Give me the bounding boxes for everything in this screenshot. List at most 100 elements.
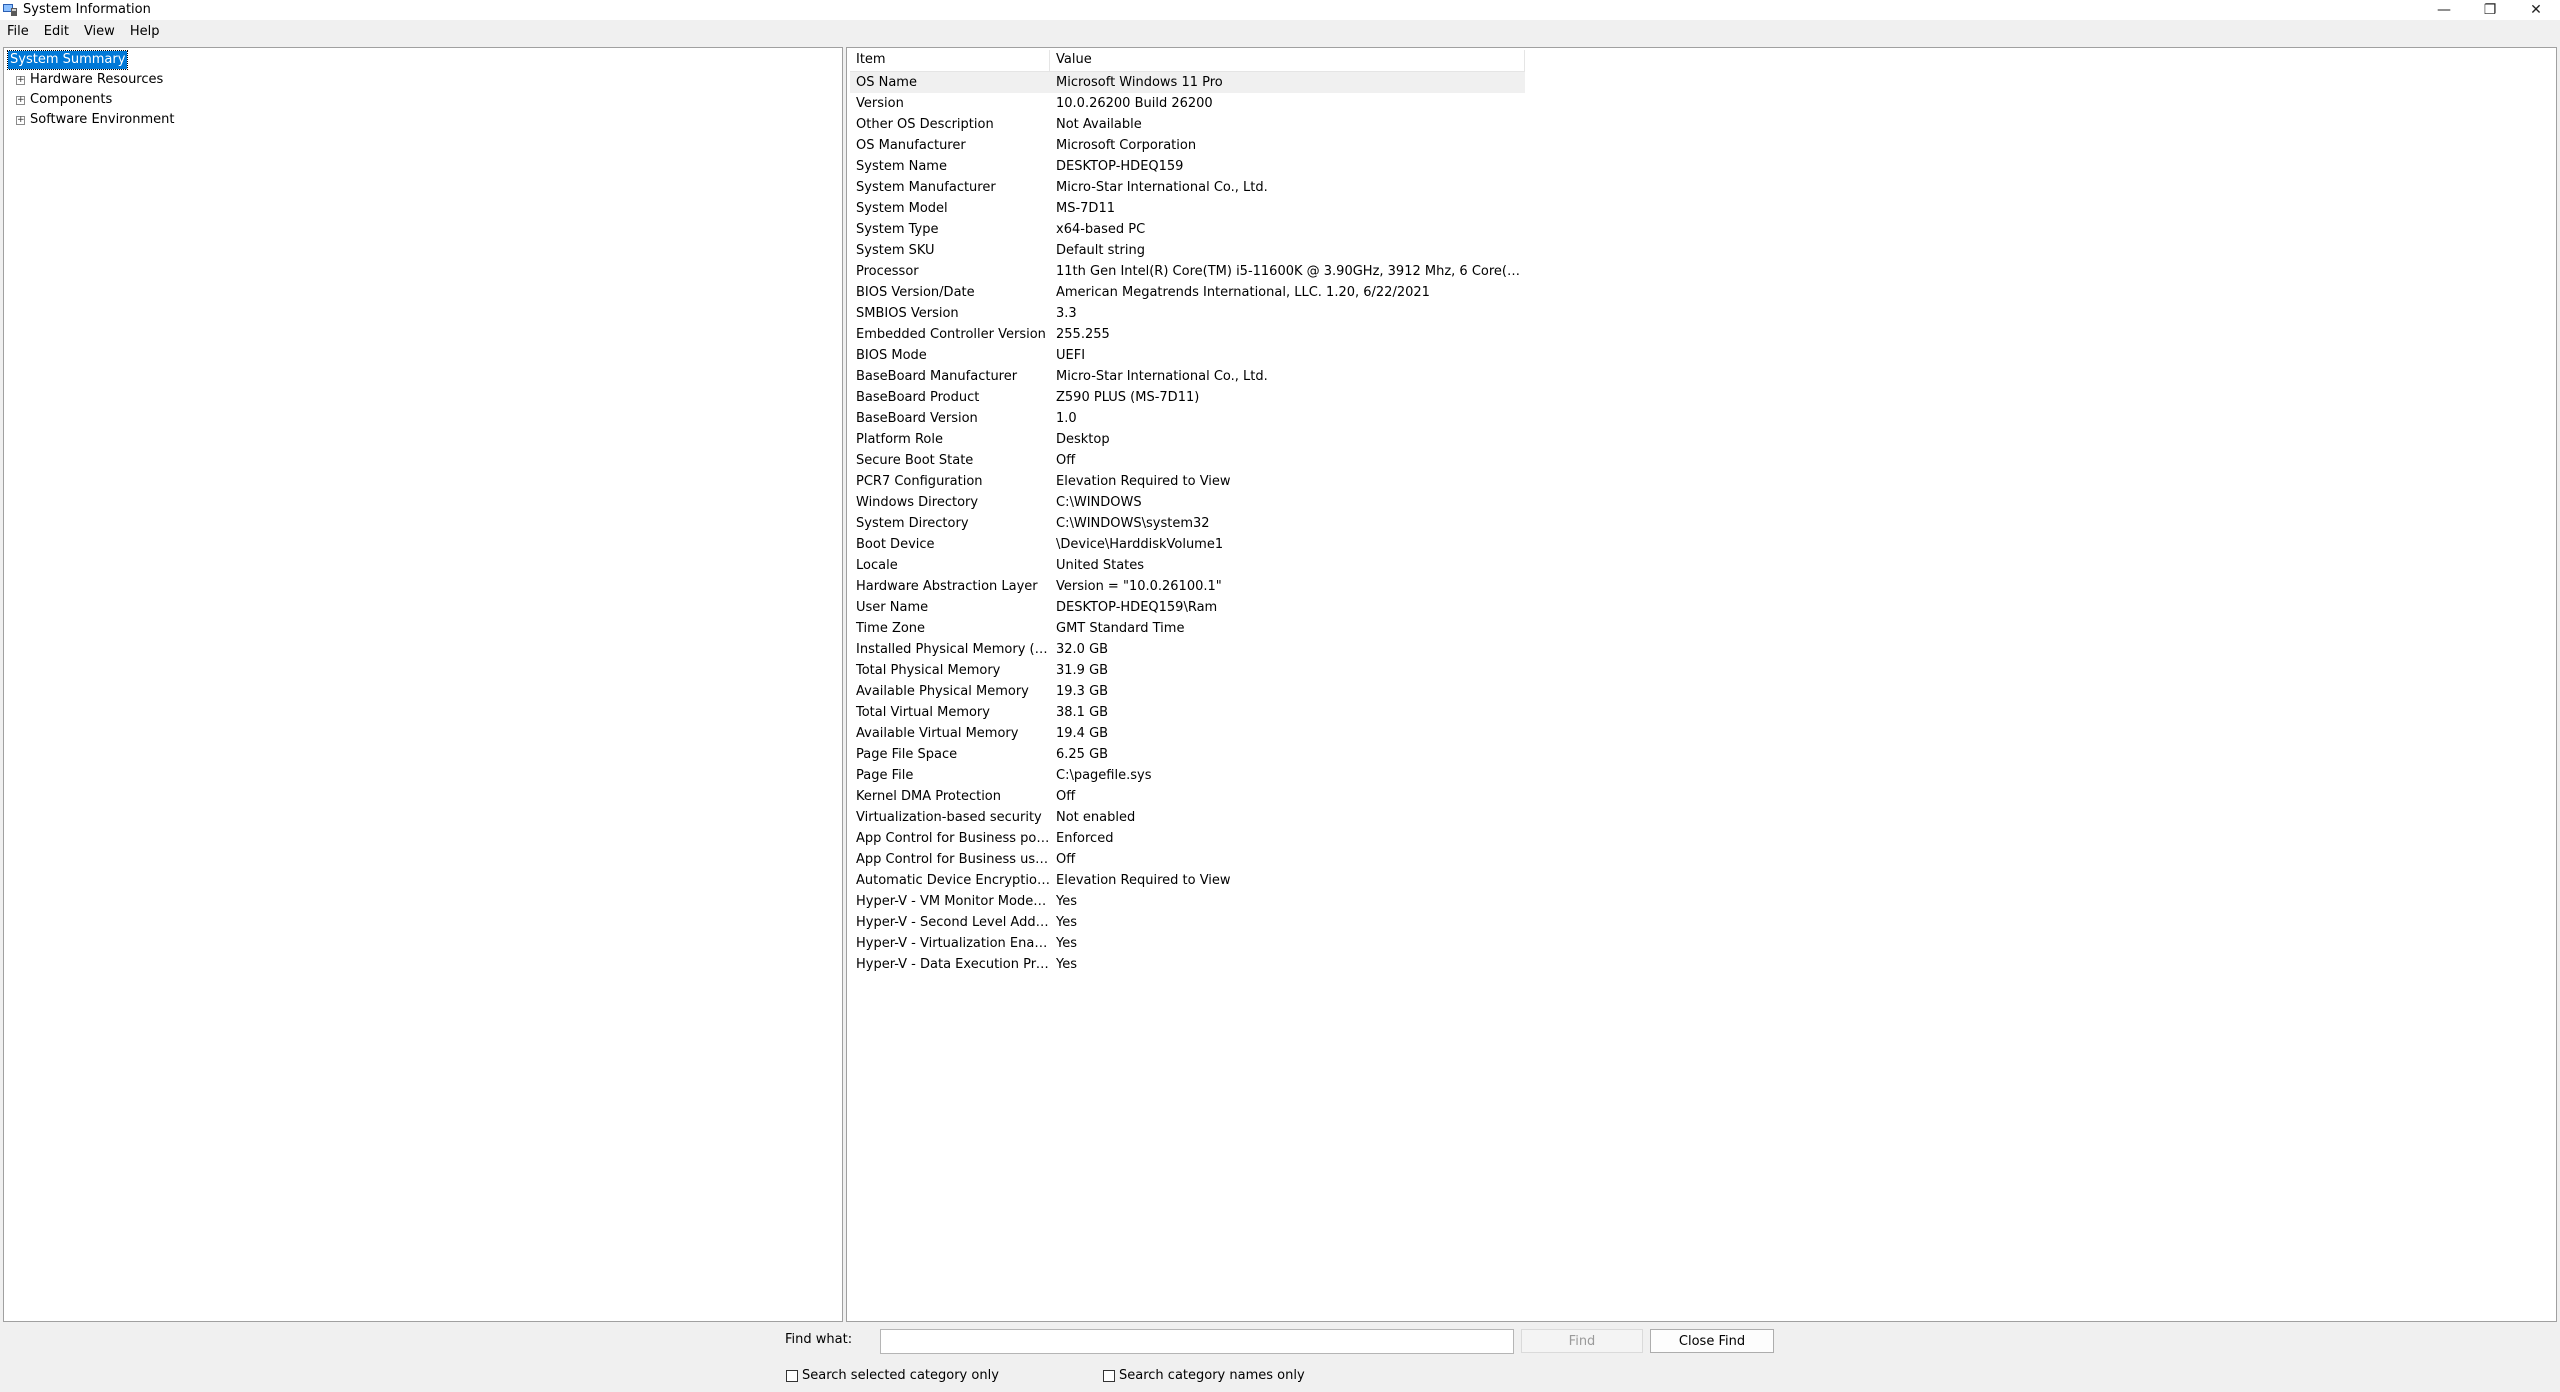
value-cell: Yes — [1056, 936, 1077, 951]
table-row[interactable]: App Control for Business user ... Off — [850, 849, 1525, 870]
table-row[interactable]: Hyper-V - Data Execution Prote... Yes — [850, 954, 1525, 975]
table-row[interactable]: Processor 11th Gen Intel(R) Core(TM) i5-1… — [850, 261, 1525, 282]
table-row[interactable]: BIOS Mode UEFI — [850, 345, 1525, 366]
table-row[interactable]: Available Physical Memory 19.3 GB — [850, 681, 1525, 702]
item-cell: Locale — [856, 558, 898, 573]
value-cell: Elevation Required to View — [1056, 474, 1231, 489]
table-row[interactable]: PCR7 Configuration Elevation Required to … — [850, 471, 1525, 492]
table-row[interactable]: Kernel DMA Protection Off — [850, 786, 1525, 807]
close-find-button[interactable]: Close Find — [1650, 1329, 1774, 1353]
item-cell: User Name — [856, 600, 929, 615]
table-row[interactable]: App Control for Business policy Enforced — [850, 828, 1525, 849]
item-cell: Kernel DMA Protection — [856, 789, 1001, 804]
menu-help[interactable]: Help — [123, 22, 168, 42]
table-row[interactable]: System Manufacturer Micro-Star Internatio… — [850, 177, 1525, 198]
table-row[interactable]: Other OS Description Not Available — [850, 114, 1525, 135]
expand-icon[interactable]: + — [16, 75, 25, 85]
table-row[interactable]: Hardware Abstraction Layer Version = "10.… — [850, 576, 1525, 597]
tree-item-hardware-resources[interactable]: + Hardware Resources — [8, 70, 174, 90]
value-cell: C:\WINDOWS\system32 — [1056, 516, 1210, 531]
close-icon: ✕ — [2530, 2, 2542, 18]
find-button[interactable]: Find — [1521, 1329, 1643, 1353]
tree-item-software-environment[interactable]: + Software Environment — [8, 110, 174, 130]
menu-edit[interactable]: Edit — [37, 22, 77, 42]
menu-view[interactable]: View — [77, 22, 123, 42]
table-row[interactable]: Hyper-V - Virtualization Enable... Yes — [850, 933, 1525, 954]
table-row[interactable]: OS Manufacturer Microsoft Corporation — [850, 135, 1525, 156]
item-cell: System Directory — [856, 516, 969, 531]
item-cell: BaseBoard Product — [856, 390, 980, 405]
value-cell: Off — [1056, 789, 1076, 804]
checkbox-label: Search category names only — [1119, 1368, 1305, 1383]
value-cell: x64-based PC — [1056, 222, 1146, 237]
item-cell: Virtualization-based security — [856, 810, 1042, 825]
table-row[interactable]: Total Physical Memory 31.9 GB — [850, 660, 1525, 681]
table-row[interactable]: BaseBoard Version 1.0 — [850, 408, 1525, 429]
value-cell: MS-7D11 — [1056, 201, 1115, 216]
item-cell: BIOS Mode — [856, 348, 927, 363]
table-row[interactable]: Windows Directory C:\WINDOWS — [850, 492, 1525, 513]
close-button[interactable]: ✕ — [2513, 0, 2559, 20]
table-row[interactable]: System Type x64-based PC — [850, 219, 1525, 240]
details-panel[interactable]: Item Value OS Name Microsoft Windows 11 P… — [846, 47, 2557, 1322]
details-table: Item Value OS Name Microsoft Windows 11 P… — [850, 50, 1525, 975]
table-row[interactable]: Embedded Controller Version 255.255 — [850, 324, 1525, 345]
table-row[interactable]: Secure Boot State Off — [850, 450, 1525, 471]
table-row[interactable]: Hyper-V - Second Level Addres... Yes — [850, 912, 1525, 933]
table-row[interactable]: OS Name Microsoft Windows 11 Pro — [850, 72, 1525, 93]
table-row[interactable]: System Name DESKTOP-HDEQ159 — [850, 156, 1525, 177]
table-row[interactable]: System Model MS-7D11 — [850, 198, 1525, 219]
item-cell: OS Name — [856, 75, 917, 90]
expand-icon[interactable]: + — [16, 95, 25, 105]
table-row[interactable]: Total Virtual Memory 38.1 GB — [850, 702, 1525, 723]
item-cell: Embedded Controller Version — [856, 327, 1046, 342]
category-tree: System Summary + Hardware Resources + Co… — [6, 50, 174, 130]
search-selected-category-checkbox[interactable]: Search selected category only — [786, 1368, 999, 1383]
item-cell: Installed Physical Memory (RAM) — [856, 642, 1050, 657]
category-tree-panel[interactable]: System Summary + Hardware Resources + Co… — [3, 47, 843, 1322]
checkbox-box[interactable] — [786, 1369, 798, 1382]
value-cell: Yes — [1056, 915, 1077, 930]
table-row[interactable]: BaseBoard Manufacturer Micro-Star Interna… — [850, 366, 1525, 387]
search-category-names-checkbox[interactable]: Search category names only — [1103, 1368, 1305, 1383]
menu-file[interactable]: File — [0, 22, 37, 42]
tree-item-label: Hardware Resources — [30, 72, 164, 87]
column-header-item[interactable]: Item — [850, 50, 1050, 71]
table-row[interactable]: Automatic Device Encryption Su... Elevati… — [850, 870, 1525, 891]
item-cell: Processor — [856, 264, 919, 279]
table-row[interactable]: Boot Device \Device\HarddiskVolume1 — [850, 534, 1525, 555]
table-row[interactable]: Version 10.0.26200 Build 26200 — [850, 93, 1525, 114]
item-cell: Hyper-V - VM Monitor Mode E... — [856, 894, 1050, 909]
table-row[interactable]: User Name DESKTOP-HDEQ159\Ram — [850, 597, 1525, 618]
item-cell: Hyper-V - Second Level Addres... — [856, 915, 1050, 930]
table-row[interactable]: Installed Physical Memory (RAM) 32.0 GB — [850, 639, 1525, 660]
table-row[interactable]: System Directory C:\WINDOWS\system32 — [850, 513, 1525, 534]
table-row[interactable]: Hyper-V - VM Monitor Mode E... Yes — [850, 891, 1525, 912]
table-row[interactable]: Available Virtual Memory 19.4 GB — [850, 723, 1525, 744]
table-row[interactable]: System SKU Default string — [850, 240, 1525, 261]
table-row[interactable]: Time Zone GMT Standard Time — [850, 618, 1525, 639]
find-input[interactable] — [880, 1329, 1514, 1354]
value-cell: American Megatrends International, LLC. … — [1056, 285, 1430, 300]
table-row[interactable]: Page File Space 6.25 GB — [850, 744, 1525, 765]
tree-item-components[interactable]: + Components — [8, 90, 174, 110]
table-row[interactable]: Locale United States — [850, 555, 1525, 576]
restore-button[interactable]: ❐ — [2467, 0, 2513, 20]
tree-item-system-summary[interactable]: System Summary — [6, 50, 174, 70]
column-header-value[interactable]: Value — [1050, 50, 1525, 71]
menu-bar: File Edit View Help — [0, 22, 2560, 42]
table-row[interactable]: SMBIOS Version 3.3 — [850, 303, 1525, 324]
checkbox-box[interactable] — [1103, 1369, 1115, 1382]
value-cell: United States — [1056, 558, 1145, 573]
expand-icon[interactable]: + — [16, 115, 25, 125]
table-row[interactable]: BIOS Version/Date American Megatrends Int… — [850, 282, 1525, 303]
table-row[interactable]: Virtualization-based security Not enabled — [850, 807, 1525, 828]
table-row[interactable]: Platform Role Desktop — [850, 429, 1525, 450]
table-row[interactable]: Page File C:\pagefile.sys — [850, 765, 1525, 786]
value-cell: Yes — [1056, 894, 1077, 909]
table-row[interactable]: BaseBoard Product Z590 PLUS (MS-7D11) — [850, 387, 1525, 408]
minimize-button[interactable]: — — [2421, 0, 2467, 20]
item-cell: System Manufacturer — [856, 180, 996, 195]
value-cell: Off — [1056, 453, 1076, 468]
find-label: Find what: — [785, 1332, 853, 1347]
